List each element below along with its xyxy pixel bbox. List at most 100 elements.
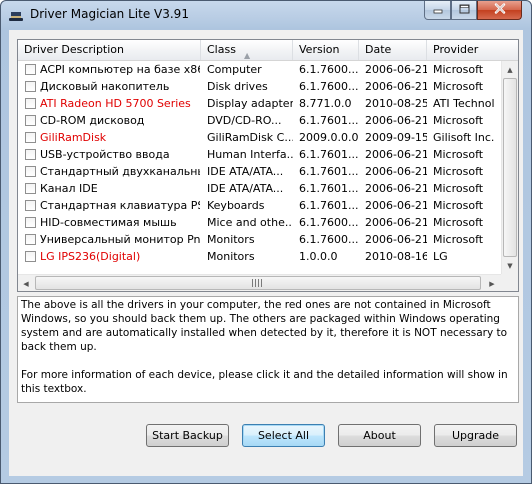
cell-class: DVD/CD-RO...: [207, 114, 282, 127]
scroll-right-arrow-icon[interactable]: ▶: [484, 275, 500, 291]
table-row[interactable]: Стандартная клавиатура PS/2 Keyboards 6.1.…: [18, 197, 501, 214]
start-backup-button[interactable]: Start Backup: [146, 424, 229, 447]
cell-date: 2009-09-15: [365, 131, 427, 144]
scroll-grip-icon: [252, 279, 262, 287]
horizontal-scroll-thumb[interactable]: [35, 276, 481, 290]
column-header-date[interactable]: Date: [359, 40, 427, 60]
title-bar[interactable]: Driver Magician Lite V3.91: [1, 1, 531, 29]
select-all-button[interactable]: Select All: [242, 424, 325, 447]
upgrade-button[interactable]: Upgrade: [434, 424, 517, 447]
cell-desc: USB-устройство ввода: [40, 148, 170, 161]
scroll-up-arrow-icon[interactable]: ▲: [502, 61, 518, 78]
about-button[interactable]: About: [338, 424, 421, 447]
main-window: Driver Magician Lite V3.91 Driver Descri…: [0, 0, 532, 484]
scroll-left-arrow-icon[interactable]: ◀: [18, 275, 34, 291]
scroll-corner: [501, 274, 518, 291]
column-header-version[interactable]: Version: [293, 40, 359, 60]
cell-date: 2006-06-21: [365, 80, 427, 93]
cell-date: 2006-06-21: [365, 148, 427, 161]
cell-date: 2006-06-21: [365, 63, 427, 76]
cell-class: Keyboards: [207, 199, 265, 212]
column-label: Class: [207, 43, 236, 56]
cell-provider: LG: [433, 250, 448, 263]
maximize-icon: [459, 4, 470, 17]
cell-class: Human Interfa...: [207, 148, 293, 161]
row-checkbox[interactable]: [25, 251, 36, 262]
close-icon: [494, 3, 506, 17]
cell-desc: ATI Radeon HD 5700 Series: [40, 97, 191, 110]
row-checkbox[interactable]: [25, 149, 36, 160]
cell-version: 6.1.7601....: [299, 199, 359, 212]
cell-version: 8.771.0.0: [299, 97, 352, 110]
column-label: Provider: [433, 43, 479, 56]
table-row[interactable]: Канал IDE IDE ATA/ATA... 6.1.7601.... 2006-…: [18, 180, 501, 197]
scroll-down-arrow-icon[interactable]: ▼: [502, 257, 518, 274]
row-checkbox[interactable]: [25, 132, 36, 143]
cell-provider: Microsoft: [433, 148, 484, 161]
row-checkbox[interactable]: [25, 115, 36, 126]
minimize-icon: [433, 4, 443, 17]
table-row[interactable]: LG IPS236(Digital) Monitors 1.0.0.0 2010-08…: [18, 248, 501, 265]
table-row[interactable]: GiliRamDisk GiliRamDisk C... 2009.0.0.0 200…: [18, 129, 501, 146]
cell-desc: HID-совместимая мышь: [40, 216, 177, 229]
cell-provider: Gilisoft Inc.: [433, 131, 495, 144]
cell-provider: Microsoft: [433, 80, 484, 93]
window-title: Driver Magician Lite V3.91: [30, 7, 189, 21]
info-textbox[interactable]: The above is all the drivers in your com…: [17, 296, 519, 403]
table-row[interactable]: HID-совместимая мышь Mice and othe... 6.1.…: [18, 214, 501, 231]
horizontal-scrollbar[interactable]: ◀ ▶: [18, 274, 501, 291]
vertical-scrollbar[interactable]: ▲ ▼: [501, 61, 518, 274]
client-area: Driver Description Class ▲ Version Date …: [9, 30, 523, 476]
table-row[interactable]: ATI Radeon HD 5700 Series Display adapter…: [18, 95, 501, 112]
cell-provider: Microsoft: [433, 233, 484, 246]
cell-date: 2006-06-21: [365, 114, 427, 127]
column-header-provider[interactable]: Provider: [427, 40, 518, 60]
table-row[interactable]: Универсальный монитор PnP Monitors 6.1.760…: [18, 231, 501, 248]
cell-class: Mice and othe...: [207, 216, 293, 229]
table-row[interactable]: Стандартный двухканальный... IDE ATA/ATA.…: [18, 163, 501, 180]
row-checkbox[interactable]: [25, 98, 36, 109]
column-label: Date: [365, 43, 392, 56]
sort-ascending-icon: ▲: [244, 51, 251, 60]
cell-desc: Универсальный монитор PnP: [40, 233, 200, 246]
list-rows: ACPI компьютер на базе x86 Computer 6.1.76…: [18, 61, 501, 265]
cell-version: 6.1.7601....: [299, 148, 359, 161]
cell-version: 6.1.7601....: [299, 182, 359, 195]
cell-date: 2006-06-21: [365, 233, 427, 246]
column-label: Version: [299, 43, 340, 56]
close-button[interactable]: [477, 1, 522, 20]
column-label: Driver Description: [24, 43, 124, 56]
row-checkbox[interactable]: [25, 81, 36, 92]
cell-provider: ATI Technol: [433, 97, 495, 110]
column-header-class[interactable]: Class ▲: [201, 40, 293, 60]
minimize-button[interactable]: [424, 1, 451, 20]
row-checkbox[interactable]: [25, 200, 36, 211]
cell-date: 2010-08-25: [365, 97, 427, 110]
cell-version: 1.0.0.0: [299, 250, 338, 263]
cell-provider: Microsoft: [433, 182, 484, 195]
cell-class: IDE ATA/ATA...: [207, 165, 284, 178]
table-row[interactable]: ACPI компьютер на базе x86 Computer 6.1.76…: [18, 61, 501, 78]
cell-version: 6.1.7600....: [299, 216, 359, 229]
vertical-scroll-thumb[interactable]: [503, 78, 517, 257]
row-checkbox[interactable]: [25, 64, 36, 75]
cell-version: 6.1.7601....: [299, 114, 359, 127]
cell-desc: Стандартный двухканальный...: [40, 165, 200, 178]
row-checkbox[interactable]: [25, 166, 36, 177]
table-row[interactable]: Дисковый накопитель Disk drives 6.1.7600..…: [18, 78, 501, 95]
info-paragraph: The above is all the drivers in your com…: [21, 299, 508, 353]
row-checkbox[interactable]: [25, 183, 36, 194]
cell-version: 6.1.7601....: [299, 165, 359, 178]
driver-list[interactable]: Driver Description Class ▲ Version Date …: [17, 39, 519, 292]
row-checkbox[interactable]: [25, 217, 36, 228]
cell-class: Display adapters: [207, 97, 293, 110]
table-row[interactable]: CD-ROM дисковод DVD/CD-RO... 6.1.7601.... 2…: [18, 112, 501, 129]
column-header-description[interactable]: Driver Description: [18, 40, 201, 60]
cell-desc: ACPI компьютер на базе x86: [40, 63, 200, 76]
cell-class: Monitors: [207, 233, 255, 246]
table-row[interactable]: USB-устройство ввода Human Interfa... 6.1.…: [18, 146, 501, 163]
maximize-button[interactable]: [451, 1, 477, 20]
cell-date: 2010-08-16: [365, 250, 427, 263]
cell-desc: GiliRamDisk: [40, 131, 107, 144]
row-checkbox[interactable]: [25, 234, 36, 245]
